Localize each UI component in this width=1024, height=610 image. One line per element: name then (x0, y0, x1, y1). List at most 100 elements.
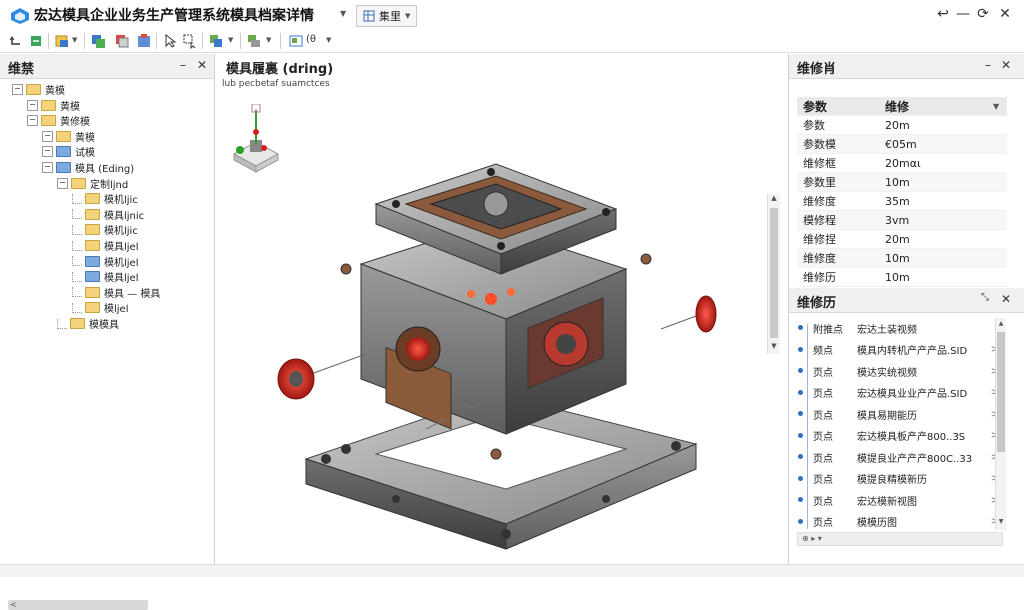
chevron-down-icon[interactable]: ▼ (228, 36, 233, 44)
property-row[interactable]: 参数模 €05m (797, 135, 1007, 154)
tree-connector-icon[interactable] (72, 271, 82, 282)
layers-icon[interactable] (208, 33, 224, 49)
tree-connector-icon[interactable] (72, 287, 82, 298)
properties-header-row: 参数 维修 ▼ (797, 97, 1007, 116)
tree-item[interactable]: 模机ljic (72, 191, 138, 206)
chevron-down-icon[interactable]: ▼ (993, 102, 1007, 111)
property-row[interactable]: 维修捏 20m (797, 230, 1007, 249)
viewport-title: 模具履裏 (dring) (226, 62, 334, 77)
history-item[interactable]: 附推点 宏达土装视频 (798, 318, 999, 338)
tree-connector-icon[interactable] (72, 224, 82, 235)
collapse-icon[interactable]: − (42, 162, 53, 173)
close-panel-icon[interactable]: ✕ (1001, 58, 1011, 72)
property-row[interactable]: 模修程 3vm (797, 211, 1007, 230)
history-item[interactable]: 页点宏达模具业业产产品.SID> (798, 383, 999, 403)
close-button[interactable]: ✕ (996, 6, 1014, 22)
collapse-icon[interactable]: − (42, 130, 53, 142)
collapse-icon[interactable]: − (27, 115, 38, 127)
viewport-scrollbar[interactable]: ▲ ▼ (767, 194, 780, 354)
property-row[interactable]: 维修框 20mαι (797, 154, 1007, 173)
scroll-up-icon[interactable]: ▲ (768, 194, 780, 204)
status-bar (0, 564, 1024, 577)
copy-icon[interactable] (114, 33, 130, 49)
database-icon[interactable] (90, 33, 106, 49)
undo-icon[interactable] (8, 33, 24, 49)
history-item[interactable]: 频点模具内转机产产产品.SID> (798, 340, 999, 360)
tree-connector-icon[interactable] (72, 209, 82, 220)
stack-icon[interactable] (246, 33, 262, 49)
chevron-down-icon[interactable]: ▼ (266, 36, 271, 44)
mold-3d-model[interactable] (266, 104, 746, 574)
collapse-icon[interactable]: − (12, 84, 23, 95)
property-row[interactable]: 维修历 10m (797, 268, 1007, 287)
history-item[interactable]: 页点模具易期能历> (798, 404, 999, 424)
history-item[interactable]: 页点宏达模新视图> (798, 490, 999, 510)
scrollbar-thumb[interactable] (770, 208, 778, 338)
model-viewport[interactable]: 模具履裏 (dring) lub pecbetaf suamctces ▲ ▼ (216, 54, 786, 564)
history-item[interactable]: 页点模达实统视频> (798, 361, 999, 381)
tree-item[interactable]: − 黄模 (12, 82, 65, 97)
export-icon[interactable] (54, 33, 70, 49)
chevron-down-icon[interactable]: ▼ (72, 36, 77, 44)
tree-item[interactable]: 模具 — 模具 (72, 285, 160, 300)
collapse-icon[interactable]: − (57, 177, 68, 189)
property-row[interactable]: 维修度 10m (797, 249, 1007, 268)
paste-icon[interactable] (136, 33, 152, 49)
history-item-label: 页点 (813, 389, 833, 400)
history-hscroll[interactable]: ⊕ ▸ ▾ (797, 532, 1003, 546)
history-item[interactable]: 页点模提良业产产产800C..33> (798, 447, 999, 467)
scrollbar-thumb[interactable] (997, 332, 1005, 452)
import-icon[interactable] (28, 33, 44, 49)
select-icon[interactable] (182, 33, 198, 49)
mode-label: 集里 (379, 10, 401, 23)
chevron-down-icon[interactable]: ▼ (326, 36, 331, 44)
collapse-icon[interactable]: − (42, 146, 53, 158)
tree-connector-icon[interactable] (72, 240, 82, 251)
pin-icon[interactable]: – (180, 58, 186, 72)
mode-dropdown-button[interactable]: 集里 ▼ (356, 5, 418, 27)
property-row[interactable]: 参数 20m (797, 116, 1007, 135)
tree-item-label: 黄模 (60, 101, 80, 113)
tree-item[interactable]: 模ljel (72, 300, 129, 315)
minimize-button[interactable]: — (954, 6, 972, 22)
expand-icon[interactable]: ⤡ (981, 292, 989, 303)
maximize-button[interactable]: ⟳ (974, 6, 992, 22)
history-item[interactable]: 页点模模历图> (798, 512, 999, 532)
tree-item[interactable]: 模具ljnic (72, 207, 144, 222)
tree-connector-icon[interactable] (72, 193, 82, 204)
tree-connector-icon[interactable] (72, 256, 82, 267)
tree-item[interactable]: − 定制ljnd (57, 176, 128, 191)
collapse-icon[interactable]: − (27, 99, 38, 111)
history-scrollbar[interactable]: ▲ ▼ (995, 318, 1006, 530)
tree-item[interactable]: − 黄修模 (27, 113, 90, 128)
pin-icon[interactable]: – (985, 58, 991, 72)
tree-item-label: 模具ljel (104, 273, 139, 285)
tree-item[interactable]: 模具ljel (72, 269, 139, 284)
tree-item[interactable]: 模模具 (57, 316, 119, 331)
scroll-down-icon[interactable]: ▼ (996, 518, 1006, 525)
horizontal-scrollbar[interactable]: < (8, 600, 148, 610)
tree-item[interactable]: − 模具 (Eding) (42, 160, 134, 175)
tree-item[interactable]: − 试模 (42, 144, 95, 159)
view-icon[interactable] (288, 33, 304, 49)
scroll-down-icon[interactable]: ▼ (768, 342, 780, 352)
close-panel-icon[interactable]: ✕ (1001, 292, 1011, 306)
tree-item[interactable]: − 黄模 (42, 129, 95, 144)
tree-item[interactable]: 模具ljel (72, 238, 139, 253)
property-row[interactable]: 参数里 10m (797, 173, 1007, 192)
close-panel-icon[interactable]: ✕ (197, 58, 207, 72)
history-item[interactable]: 页点模提良精模新历> (798, 469, 999, 489)
history-item[interactable]: 页点宏达模具板产产800..3S> (798, 426, 999, 446)
view-mode-label[interactable]: (θ (306, 34, 316, 45)
property-row[interactable]: 维修度 35m (797, 192, 1007, 211)
title-dropdown-icon[interactable]: ▼ (340, 9, 346, 18)
tree-item[interactable]: 模机ljel (72, 254, 139, 269)
property-key: 维修捏 (803, 233, 836, 246)
tree-item[interactable]: 模机ljic (72, 222, 138, 237)
tree-connector-icon[interactable] (57, 318, 67, 329)
tree-item[interactable]: − 黄模 (27, 98, 80, 113)
pointer-icon[interactable] (162, 33, 178, 49)
restore-icon[interactable]: ↩ (934, 6, 952, 22)
scroll-up-icon[interactable]: ▲ (996, 320, 1006, 327)
tree-connector-icon[interactable] (72, 302, 82, 313)
